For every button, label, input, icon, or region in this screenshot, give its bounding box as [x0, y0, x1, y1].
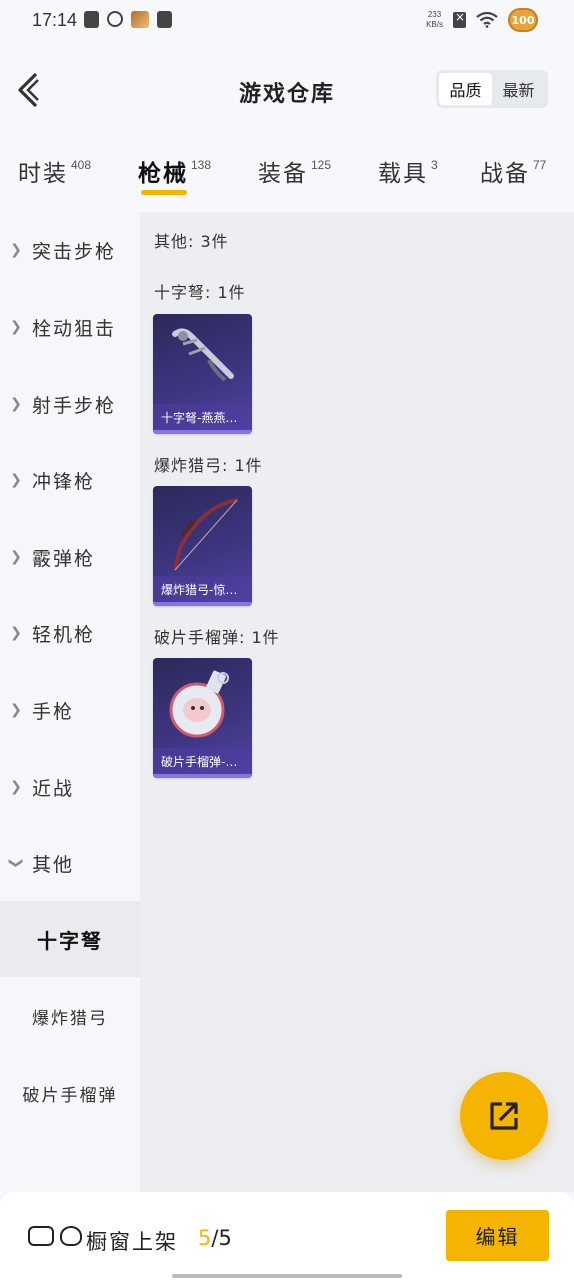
sidebar-item-assault-rifle[interactable]: ❯ 突击步枪 [0, 230, 140, 270]
category-tabs: 时装 408 枪械 138 装备 125 载具 3 战备 77 [0, 136, 574, 212]
item-card-explosive-bow[interactable]: 爆炸猎弓-惊… [153, 486, 252, 606]
tab-firearms[interactable]: 枪械 138 [138, 154, 212, 195]
back-button[interactable] [14, 70, 48, 110]
tab-label: 装备 [258, 161, 308, 187]
chevron-right-icon: ❯ [10, 242, 22, 258]
sidebar-item-label: 突击步枪 [32, 240, 117, 263]
chevron-right-icon: ❯ [10, 472, 22, 488]
showcase-total: /5 [211, 1226, 232, 1250]
crossbow-image [172, 328, 234, 382]
sync-icon [107, 11, 123, 27]
sidebar-sub-explosive-bow[interactable]: 爆炸猎弓 [0, 978, 140, 1054]
item-list: 其他: 3件 十字弩: 1件 十字弩-燕燕… 爆炸猎弓: 1件 爆炸猎弓-惊… … [140, 212, 574, 1192]
no-sim-icon [453, 10, 466, 28]
home-indicator[interactable] [172, 1274, 402, 1278]
tab-count: 77 [533, 158, 547, 172]
message-icon [157, 11, 172, 28]
status-time: 17:14 [32, 10, 78, 30]
item-caption: 破片手榴弹-… [153, 748, 252, 774]
sidebar-item-bolt-sniper[interactable]: ❯ 栓动狙击 [0, 307, 140, 347]
net-speed-value: 233 [427, 10, 442, 19]
tab-label: 枪械 [138, 161, 188, 187]
sidebar-item-melee[interactable]: ❯ 近战 [0, 767, 140, 807]
item-card-frag-grenade[interactable]: 破片手榴弹-… [153, 658, 252, 778]
item-caption: 爆炸猎弓-惊… [153, 576, 252, 602]
sidebar-item-label: 射手步枪 [32, 394, 117, 417]
tab-label: 战备 [480, 161, 530, 187]
sort-quality-option[interactable]: 品质 [439, 73, 492, 105]
showcase-current: 5 [198, 1226, 212, 1250]
active-tab-indicator [141, 190, 187, 195]
sidebar-item-pistol[interactable]: ❯ 手枪 [0, 690, 140, 730]
showcase-icon [28, 1226, 54, 1246]
tab-equipment[interactable]: 装备 125 [258, 154, 331, 188]
showcase-count: 5/5 [198, 1226, 232, 1250]
sidebar-item-other[interactable]: ❯ 其他 [0, 843, 140, 883]
battery-indicator: 100 [508, 8, 538, 32]
chevron-down-icon: ❯ [8, 857, 24, 869]
sidebar-item-marksman-rifle[interactable]: ❯ 射手步枪 [0, 384, 140, 424]
top-nav: 游戏仓库 品质 最新 [0, 44, 574, 136]
sidebar-item-lmg[interactable]: ❯ 轻机枪 [0, 613, 140, 653]
tab-label: 载具 [378, 161, 428, 187]
grenade-image [169, 670, 229, 738]
bottom-bar: 橱窗上架 5/5 编辑 [0, 1192, 574, 1280]
edit-button[interactable]: 编辑 [446, 1210, 549, 1261]
sidebar-item-label: 霰弹枪 [32, 547, 96, 570]
sidebar-item-label: 轻机枪 [32, 623, 96, 646]
share-icon [490, 1102, 518, 1130]
tab-label: 时装 [18, 161, 68, 187]
group-label: 爆炸猎弓: 1件 [154, 456, 263, 475]
sidebar-item-shotgun[interactable]: ❯ 霰弹枪 [0, 537, 140, 577]
app-notification-icon [131, 11, 149, 28]
net-speed: 233 KB/s [426, 10, 443, 30]
share-button[interactable] [460, 1072, 548, 1160]
tab-vehicles[interactable]: 载具 3 [378, 154, 438, 188]
tab-tactical[interactable]: 战备 77 [480, 154, 546, 188]
sidebar: ❯ 突击步枪 ❯ 栓动狙击 ❯ 射手步枪 ❯ 冲锋枪 ❯ 霰弹枪 ❯ 轻机枪 ❯… [0, 212, 140, 1192]
showcase-label: 橱窗上架 [86, 1230, 178, 1254]
sidebar-item-label: 手枪 [32, 700, 75, 723]
tab-count: 408 [71, 158, 92, 172]
bow-image [173, 498, 238, 571]
chevron-right-icon: ❯ [10, 396, 22, 412]
pet-icon [60, 1226, 82, 1246]
back-arrow-icon [18, 72, 39, 108]
sidebar-item-label: 栓动狙击 [32, 317, 117, 340]
notification-icons [84, 11, 172, 28]
net-speed-unit: KB/s [426, 20, 443, 29]
tab-fashion[interactable]: 时装 408 [18, 154, 91, 188]
chevron-right-icon: ❯ [10, 625, 22, 641]
group-label: 十字弩: 1件 [154, 283, 246, 302]
item-card-crossbow[interactable]: 十字弩-燕燕… [153, 314, 252, 434]
sort-toggle: 品质 最新 [436, 70, 548, 108]
status-bar: 17:14 233 KB/s 100 [0, 0, 574, 44]
category-summary: 其他: 3件 [154, 232, 229, 251]
chevron-right-icon: ❯ [10, 319, 22, 335]
tab-count: 3 [431, 158, 438, 172]
wifi-icon [476, 12, 498, 28]
chevron-right-icon: ❯ [10, 779, 22, 795]
status-right: 233 KB/s 100 [426, 8, 538, 32]
sidebar-item-label: 其他 [32, 853, 75, 876]
sidebar-item-smg[interactable]: ❯ 冲锋枪 [0, 460, 140, 500]
sidebar-item-label: 近战 [32, 777, 75, 800]
sidebar-sub-crossbow[interactable]: 十字弩 [0, 901, 140, 977]
tab-count: 138 [191, 158, 212, 172]
chevron-right-icon: ❯ [10, 702, 22, 718]
group-label: 破片手榴弹: 1件 [154, 628, 280, 647]
sidebar-item-label: 冲锋枪 [32, 470, 96, 493]
clipboard-icon [84, 11, 99, 28]
sidebar-sub-frag-grenade[interactable]: 破片手榴弹 [0, 1055, 140, 1131]
sort-newest-option[interactable]: 最新 [492, 73, 545, 105]
tab-count: 125 [311, 158, 332, 172]
item-caption: 十字弩-燕燕… [153, 404, 252, 430]
chevron-right-icon: ❯ [10, 549, 22, 565]
